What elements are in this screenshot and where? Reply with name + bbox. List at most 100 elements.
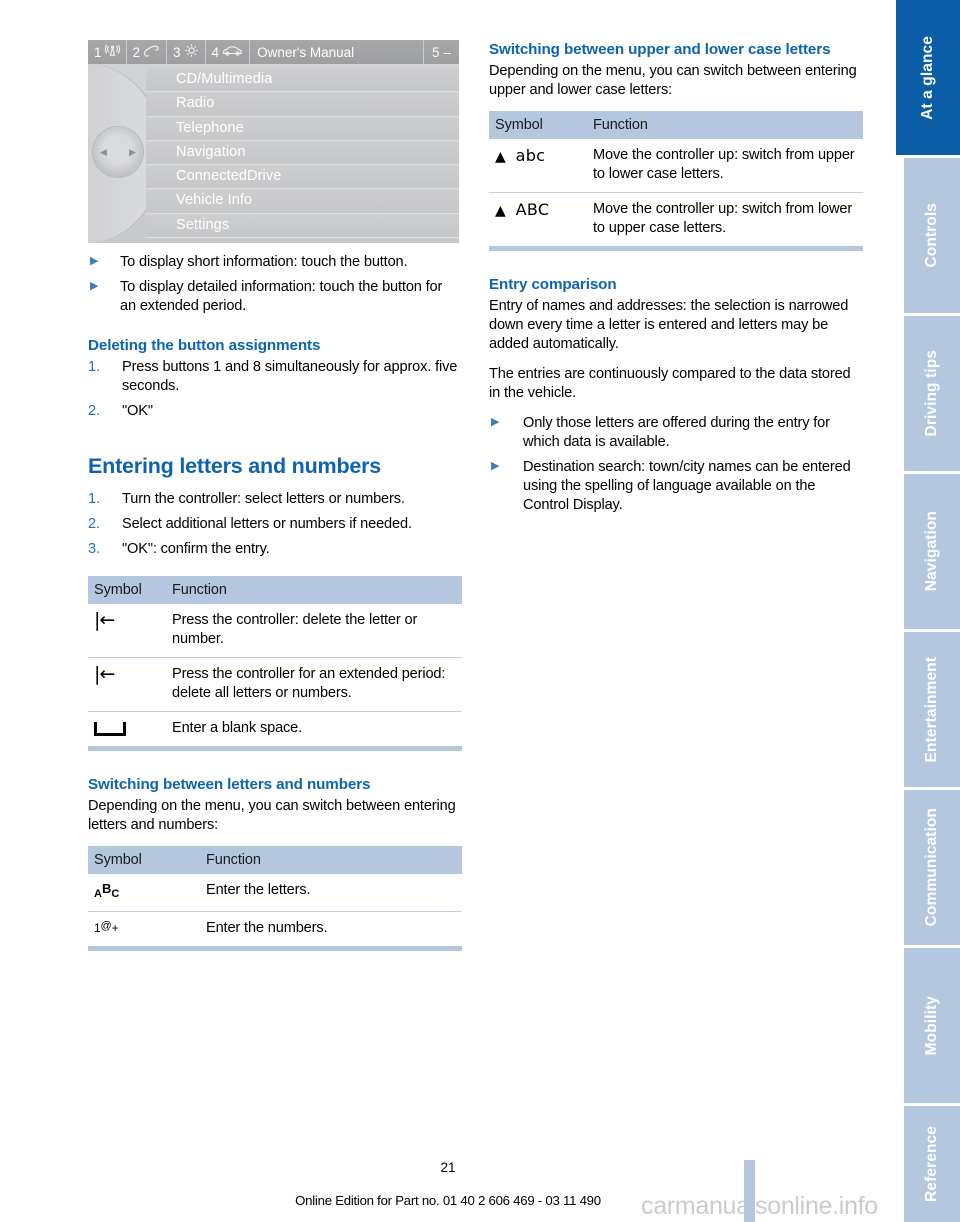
up-triangle-icon: ▲ [495,203,506,220]
menubar-number: 4 [211,44,220,60]
top-bullet-list: ▶ To display short information: touch th… [88,253,462,316]
menubar-item-5: 5 – [422,40,459,64]
idrive-controller-knob: ◀ ▶ [93,127,143,177]
car-icon [222,44,243,60]
minus-icon: – [443,44,451,60]
radio-antenna-icon [104,43,120,61]
gear-icon [184,43,199,61]
up-arrow-lowercase-icon: ▲ abc [489,139,587,194]
sidebar-tab-at-a-glance[interactable]: At a glance [896,0,960,155]
table-cell-function: Press the controller for an extended per… [166,657,462,712]
menubar-item-1: 1 [88,40,127,64]
list-item-text: "OK" [122,402,153,419]
idrive-screenshot: 1 2 3 4 Owner's Manual 5 – ◀ ▶ CD/Multim… [88,40,459,243]
sidebar-tab-communication[interactable]: Communication [904,790,960,945]
menubar-number: 3 [173,44,181,60]
idrive-title: Owner's Manual [257,44,355,60]
idrive-menu-list: CD/Multimedia Radio Telephone Navigation… [146,68,459,243]
manual-page: 1 2 3 4 Owner's Manual 5 – ◀ ▶ CD/Multim… [0,0,896,1222]
column-header-symbol: Symbol [88,576,166,605]
switch-letters-intro: Depending on the menu, you can switch be… [88,798,456,834]
menu-item[interactable]: Settings [146,213,459,239]
column-header-symbol: Symbol [88,846,200,874]
list-item-text: To display short information: touch the … [120,254,408,270]
sidebar-tab-label: Controls [923,203,940,268]
list-item-text: Select additional letters or numbers if … [122,516,412,533]
heading-entry-comparison: Entry comparison [489,275,617,293]
triangle-bullet-icon: ▶ [491,415,500,428]
list-item: 3. "OK": confirm the entry. [88,540,462,559]
entering-steps-list: 1. Turn the controller: select letters o… [88,490,462,559]
list-item: ▶ Only those letters are offered during … [489,414,863,452]
table-header-row: Symbol Function [88,846,462,874]
sidebar-tab-controls[interactable]: Controls [904,158,960,313]
menu-item[interactable]: ConnectedDrive [146,165,459,190]
list-item: 1. Turn the controller: select letters o… [88,490,462,509]
telephone-handset-icon [143,44,160,61]
sidebar-tab-label: Navigation [923,511,940,592]
entry-bullet-list: ▶ Only those letters are offered during … [489,414,863,515]
heading-deleting-button-assignments: Deleting the button assignments [88,336,321,354]
table-cell-function: Move the controller up: switch from lowe… [587,192,863,251]
menubar-item-2: 2 [127,40,168,64]
step-number: 3. [88,541,100,558]
sidebar-tab-label: Driving tips [923,350,940,437]
menu-item[interactable]: Vehicle Info [146,189,459,214]
sidebar-tab-reference[interactable]: Reference [904,1106,960,1222]
numbers-symbols-icon: 1@+ [88,911,200,951]
step-number: 1. [88,491,100,508]
menubar-number: 2 [132,44,141,60]
list-item: ▶ To display detailed information: touch… [88,278,462,316]
table-row: ▲ ABC Move the controller up: switch from… [489,192,863,251]
table-cell-function: Enter the letters. [200,874,462,912]
table-cell-function: Enter a blank space. [166,711,462,751]
left-arrow-icon: ◀ [100,146,107,157]
table-header-row: Symbol Function [489,111,863,140]
abc-letters-icon: ABC [88,874,200,912]
sidebar-tab-entertainment[interactable]: Entertainment [904,632,960,787]
table-row: Enter a blank space. [88,711,462,751]
backspace-icon: |← [88,604,166,659]
sidebar-tab-driving-tips[interactable]: Driving tips [904,316,960,471]
left-column: 1 2 3 4 Owner's Manual 5 – ◀ ▶ CD/Multim… [88,40,462,961]
sidebar-tab-label: Mobility [923,995,940,1056]
menubar-number: 1 [94,44,102,60]
sidebar-tab-mobility[interactable]: Mobility [904,948,960,1103]
uppercase-label: ABC [515,200,550,220]
list-item-text: "OK": confirm the entry. [122,541,270,558]
list-item-text: Turn the controller: select letters or n… [122,491,405,508]
menu-item[interactable]: Navigation [146,140,459,166]
idrive-menubar: 1 2 3 4 Owner's Manual 5 – [88,40,459,64]
table-header-row: Symbol Function [88,576,462,605]
table-case-symbols: Symbol Function ▲ abc Move the controller… [489,111,863,251]
menubar-item-4: 4 [206,40,251,64]
page-marker-bar [744,1160,755,1222]
menu-item[interactable]: Telephone [146,116,459,141]
column-header-symbol: Symbol [489,111,587,140]
step-number: 1. [88,359,100,376]
table-cell-function: Press the controller: delete the letter … [166,604,462,659]
sidebar-tab-label: Communication [923,808,940,927]
menu-item[interactable]: Radio [146,92,459,117]
triangle-bullet-icon: ▶ [90,255,99,267]
table-letters-numbers: Symbol Function ABC Enter the letters. 1… [88,846,462,951]
page-number: 21 [440,1160,456,1175]
column-header-function: Function [166,576,462,605]
up-triangle-icon: ▲ [495,149,506,166]
list-item: 2. Select additional letters or numbers … [88,515,462,534]
triangle-bullet-icon: ▶ [491,459,500,472]
table-row: ABC Enter the letters. [88,874,462,912]
list-item-text: Press buttons 1 and 8 simultaneously for… [122,359,458,395]
list-item: ▶ Destination search: town/city names ca… [489,458,863,515]
list-item-text: To display detailed information: touch t… [120,278,443,314]
menu-item[interactable]: CD/Multimedia [146,68,459,93]
deleting-steps-list: 1. Press buttons 1 and 8 simultaneously … [88,358,462,421]
step-number: 2. [88,402,100,419]
heading-switching-case: Switching between upper and lower case l… [489,41,831,58]
sidebar-tab-label: Reference [923,1126,940,1202]
sidebar-tab-navigation[interactable]: Navigation [904,474,960,629]
table-row: ▲ abc Move the controller up: switch from… [489,139,863,194]
lowercase-label: abc [515,146,546,166]
menubar-item-3: 3 [167,40,206,64]
right-column: Switching between upper and lower case l… [489,40,863,521]
